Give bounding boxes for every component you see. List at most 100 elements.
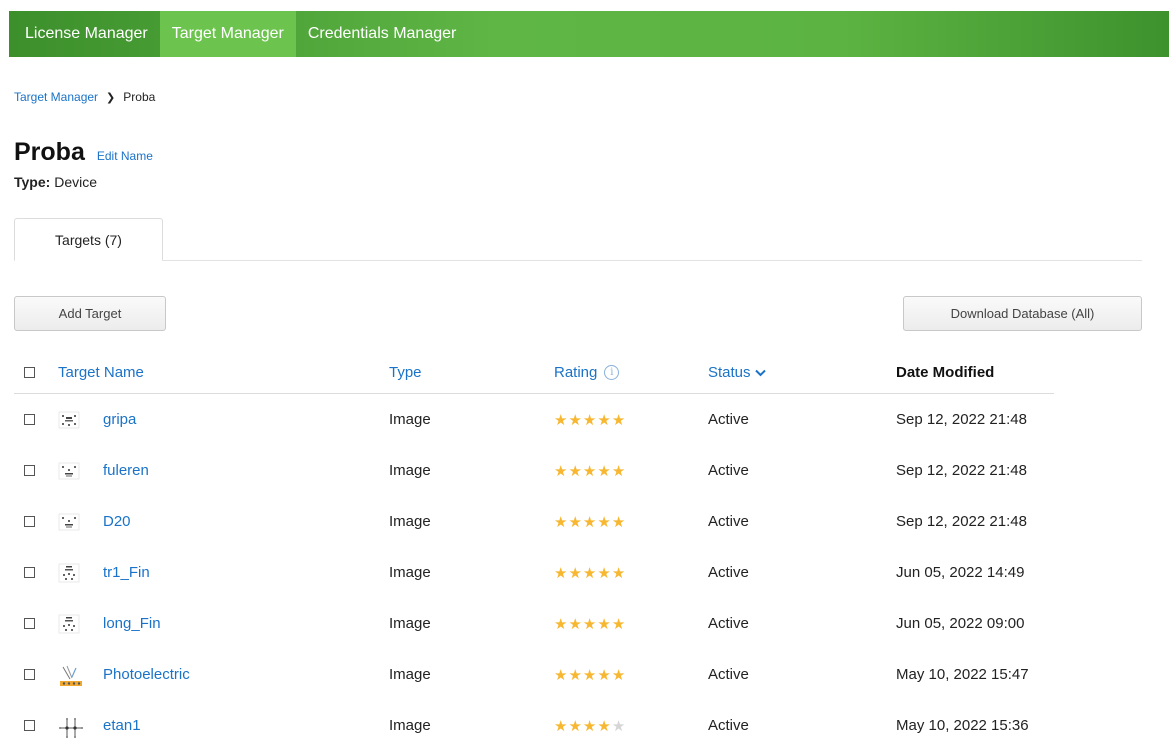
- target-type: Image: [389, 615, 431, 632]
- target-date-modified: May 10, 2022 15:47: [896, 666, 1029, 683]
- star-icon: ★: [597, 462, 611, 480]
- header-status[interactable]: Status: [708, 352, 766, 393]
- target-date-modified: Sep 12, 2022 21:48: [896, 462, 1027, 479]
- star-icon: ★: [597, 513, 611, 531]
- chevron-right-icon: ❯: [106, 91, 116, 104]
- star-icon: ★: [568, 717, 582, 735]
- download-database-button[interactable]: Download Database (All): [903, 296, 1142, 331]
- rating-stars: ★ ★ ★ ★ ★: [554, 615, 625, 633]
- row-checkbox[interactable]: [24, 669, 35, 680]
- table-header: Target Name Type Rating i Status Date Mo…: [14, 352, 1054, 394]
- edit-name-link[interactable]: Edit Name: [97, 149, 153, 163]
- breadcrumb-parent-link[interactable]: Target Manager: [14, 90, 98, 104]
- row-checkbox[interactable]: [24, 516, 35, 527]
- star-icon: ★: [554, 615, 568, 633]
- star-icon: ★: [554, 513, 568, 531]
- star-icon: ★: [611, 411, 626, 429]
- star-icon: ★: [568, 462, 582, 480]
- select-all-checkbox[interactable]: [24, 367, 35, 378]
- type-label: Type:: [14, 174, 51, 190]
- star-icon: ★: [597, 666, 611, 684]
- target-name-link[interactable]: fuleren: [103, 445, 149, 496]
- star-icon: ★: [582, 666, 597, 684]
- target-thumbnail-icon[interactable]: [58, 562, 80, 584]
- target-thumbnail-icon[interactable]: [58, 715, 83, 738]
- target-type: Image: [389, 513, 431, 530]
- target-date-modified: Sep 12, 2022 21:48: [896, 513, 1027, 530]
- star-icon: ★: [582, 513, 597, 531]
- star-icon: ★: [554, 717, 568, 735]
- target-name-link[interactable]: long_Fin: [103, 598, 161, 649]
- top-nav-bar: License Manager Target Manager Credentia…: [9, 11, 1169, 57]
- chevron-down-icon: [754, 369, 766, 376]
- star-icon: ★: [597, 717, 611, 735]
- star-icon: ★: [611, 615, 626, 633]
- page-title: Proba: [14, 138, 85, 166]
- title-row: Proba Edit Name: [14, 138, 153, 167]
- rating-stars: ★ ★ ★ ★ ★: [554, 564, 625, 582]
- row-checkbox[interactable]: [24, 720, 35, 731]
- add-target-button[interactable]: Add Target: [14, 296, 166, 331]
- target-status: Active: [708, 411, 749, 428]
- header-rating-label: Rating: [554, 364, 598, 381]
- table-row: Photoelectric Image ★ ★ ★ ★ ★ Active May 10, 202…: [14, 649, 1054, 700]
- star-icon: ★: [611, 462, 626, 480]
- target-thumbnail-icon[interactable]: [58, 460, 80, 482]
- rating-stars: ★ ★ ★ ★ ★: [554, 717, 625, 735]
- target-type: Image: [389, 666, 431, 683]
- row-checkbox[interactable]: [24, 567, 35, 578]
- nav-credentials-manager[interactable]: Credentials Manager: [296, 11, 469, 57]
- breadcrumb-current: Proba: [123, 90, 156, 104]
- star-icon: ★: [611, 717, 626, 735]
- tab-targets[interactable]: Targets (7): [14, 218, 163, 261]
- target-date-modified: Sep 12, 2022 21:48: [896, 411, 1027, 428]
- target-date-modified: Jun 05, 2022 09:00: [896, 615, 1025, 632]
- header-status-label: Status: [708, 364, 751, 381]
- rating-stars: ★ ★ ★ ★ ★: [554, 666, 625, 684]
- star-icon: ★: [554, 666, 568, 684]
- target-name-link[interactable]: etan1: [103, 700, 141, 749]
- star-icon: ★: [568, 411, 582, 429]
- database-type: Type: Device: [14, 174, 97, 190]
- table-row: long_Fin Image ★ ★ ★ ★ ★ Active Jun 05, 2022 09:…: [14, 598, 1054, 649]
- row-checkbox[interactable]: [24, 414, 35, 425]
- star-icon: ★: [611, 564, 626, 582]
- target-name-link[interactable]: D20: [103, 496, 131, 547]
- star-icon: ★: [568, 513, 582, 531]
- rating-stars: ★ ★ ★ ★ ★: [554, 462, 625, 480]
- target-thumbnail-icon[interactable]: [58, 613, 80, 635]
- target-name-link[interactable]: Photoelectric: [103, 649, 190, 700]
- header-rating[interactable]: Rating i: [554, 352, 620, 393]
- type-value: Device: [54, 174, 97, 190]
- row-checkbox[interactable]: [24, 465, 35, 476]
- header-date-modified[interactable]: Date Modified: [896, 352, 994, 393]
- nav-target-manager[interactable]: Target Manager: [159, 11, 296, 57]
- star-icon: ★: [597, 411, 611, 429]
- target-status: Active: [708, 717, 749, 734]
- table-row: D20 Image ★ ★ ★ ★ ★ Active Sep 12, 2022 21:48: [14, 496, 1054, 547]
- row-checkbox[interactable]: [24, 618, 35, 629]
- target-name-link[interactable]: gripa: [103, 394, 136, 445]
- target-thumbnail-icon[interactable]: [58, 409, 80, 431]
- star-icon: ★: [611, 666, 626, 684]
- target-name-link[interactable]: tr1_Fin: [103, 547, 150, 598]
- target-thumbnail-icon[interactable]: [58, 511, 80, 533]
- target-type: Image: [389, 462, 431, 479]
- star-icon: ★: [597, 615, 611, 633]
- nav-license-manager[interactable]: License Manager: [9, 11, 160, 57]
- star-icon: ★: [582, 411, 597, 429]
- info-icon[interactable]: i: [604, 365, 620, 380]
- target-status: Active: [708, 513, 749, 530]
- star-icon: ★: [554, 462, 568, 480]
- table-row: tr1_Fin Image ★ ★ ★ ★ ★ Active Jun 05, 2022 14:4…: [14, 547, 1054, 598]
- table-body: gripa Image ★ ★ ★ ★ ★ Active Sep 12, 2022 21:48 f…: [14, 394, 1054, 749]
- star-icon: ★: [568, 615, 582, 633]
- target-thumbnail-icon[interactable]: [58, 664, 82, 686]
- breadcrumb: Target Manager ❯ Proba: [14, 90, 155, 104]
- table-row: fuleren Image ★ ★ ★ ★ ★ Active Sep 12, 2022 21:4…: [14, 445, 1054, 496]
- header-target-name[interactable]: Target Name: [58, 352, 144, 393]
- target-status: Active: [708, 615, 749, 632]
- star-icon: ★: [554, 564, 568, 582]
- header-type[interactable]: Type: [389, 352, 422, 393]
- tabs-divider: [14, 260, 1142, 261]
